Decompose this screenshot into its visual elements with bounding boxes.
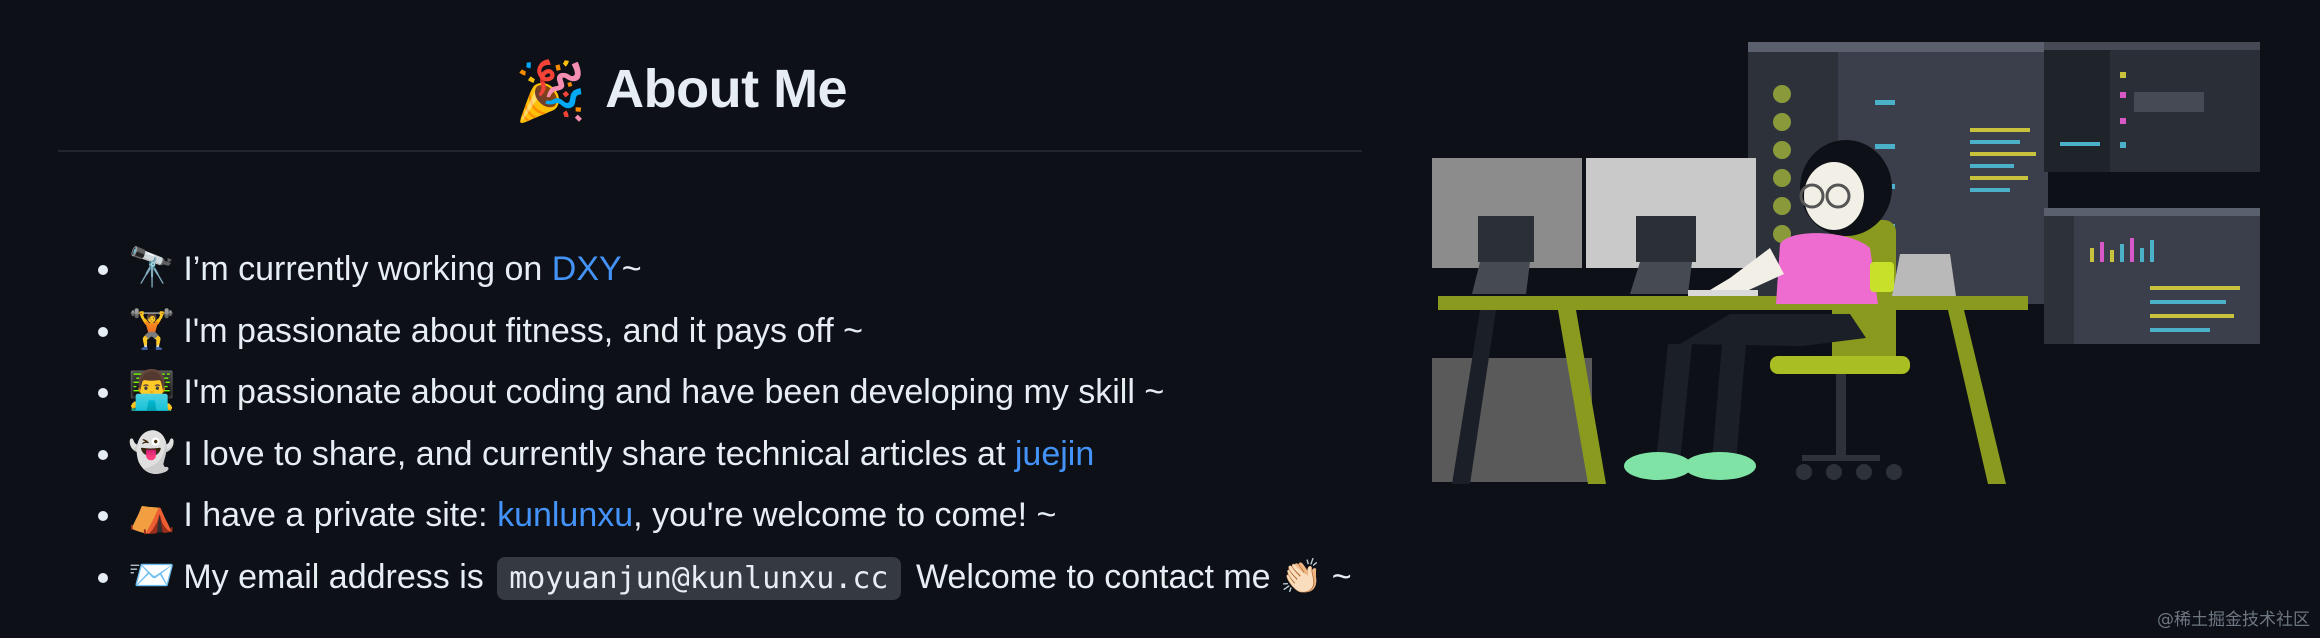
telescope-icon: 🔭 <box>128 247 176 289</box>
list-item-coding: 👨‍💻 I'm passionate about coding and have … <box>96 361 1352 423</box>
kunlunxu-link[interactable]: kunlunxu <box>497 496 633 534</box>
ghost-icon: 👻 <box>128 431 176 474</box>
page-title-text: About Me <box>605 59 848 119</box>
envelope-icon: 📨 <box>128 554 176 597</box>
email-code: moyuanjun@kunlunxu.cc <box>497 556 901 600</box>
party-popper-icon: 🎉 <box>514 59 587 124</box>
list-item-suffix: ~ <box>621 250 642 288</box>
list-item-work: 🔭 I’m currently working on DXY~ <box>96 238 1352 300</box>
weightlifter-icon: 🏋️ <box>128 308 176 351</box>
list-item-suffix: Welcome to contact me 👏🏻 ~ <box>915 557 1352 596</box>
tent-icon: ⛺ <box>128 493 176 535</box>
list-item-fitness: 🏋️ I'm passionate about fitness, and it p… <box>96 300 1352 362</box>
developer-illustration <box>1432 42 2260 484</box>
list-item-share: 👻 I love to share, and currently share te… <box>96 423 1352 485</box>
list-item-suffix: , you're welcome to come! ~ <box>633 496 1057 534</box>
about-list: 🔭 I’m currently working on DXY~ 🏋️ I'm pas… <box>96 238 1352 607</box>
list-item-text: My email address is <box>183 557 484 596</box>
juejin-link[interactable]: juejin <box>1015 435 1094 473</box>
technologist-icon: 👨‍💻 <box>128 370 176 412</box>
list-item-text: I have a private site: <box>183 496 498 534</box>
dxy-link[interactable]: DXY <box>552 250 622 288</box>
terminal-screen <box>2044 42 2260 172</box>
heading-divider <box>58 150 1362 152</box>
list-item-text: I'm passionate about fitness, and it pay… <box>183 311 863 350</box>
list-item-text: I love to share, and currently share tec… <box>183 434 1015 473</box>
list-item-site: ⛺ I have a private site: kunlunxu, you're… <box>96 484 1352 546</box>
page-title: 🎉 About Me <box>0 58 1362 126</box>
list-item-text: I’m currently working on <box>183 250 552 288</box>
list-item-text: I'm passionate about coding and have bee… <box>183 373 1165 411</box>
monitors <box>1432 158 1756 294</box>
watermark: @稀土掘金技术社区 <box>2157 610 2310 630</box>
list-item-email: 📨 My email address is moyuanjun@kunlunxu.… <box>96 546 1352 608</box>
dashboard-screen <box>2044 208 2260 344</box>
